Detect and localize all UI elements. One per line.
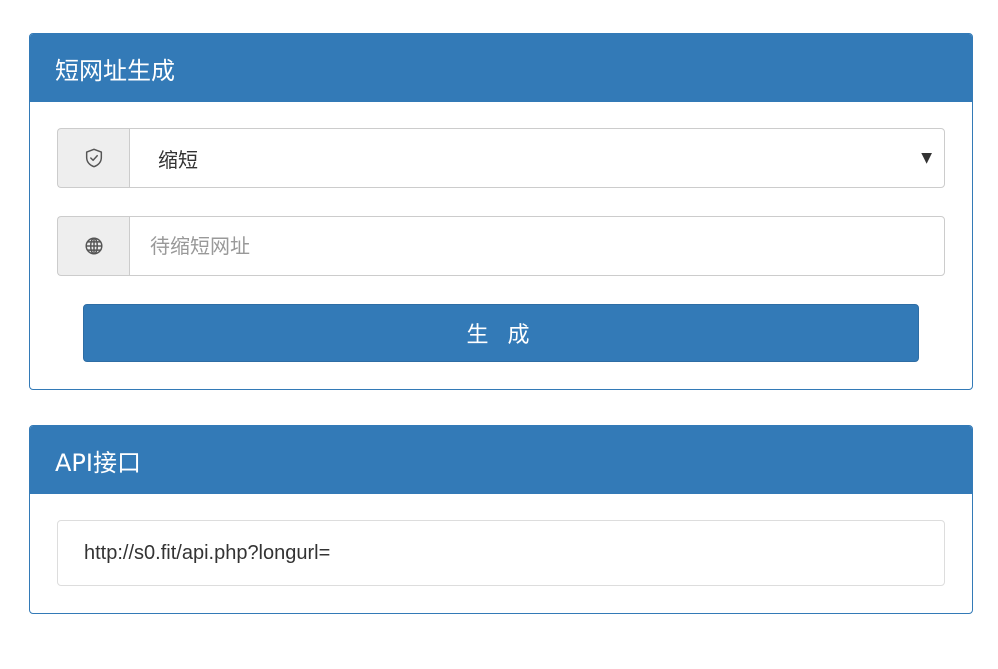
long-url-input[interactable]	[129, 216, 945, 276]
shortener-panel-title: 短网址生成	[30, 34, 972, 102]
mode-select-value: 缩短	[158, 147, 198, 172]
url-input-group	[57, 216, 945, 276]
api-endpoint[interactable]: http://s0.fit/api.php?longurl=	[57, 520, 945, 586]
api-panel-title: API接口	[30, 426, 972, 494]
generate-button[interactable]: 生 成	[83, 304, 919, 362]
chevron-down-icon: ▼	[921, 150, 932, 166]
api-panel: API接口 http://s0.fit/api.php?longurl=	[29, 425, 973, 614]
mode-select[interactable]: 缩短 ▼	[129, 128, 945, 188]
globe-icon	[57, 216, 129, 276]
page: 短网址生成 缩短 ▼ 待缩短网址 生 成 API接口 http://s0.fit…	[0, 0, 998, 669]
mode-select-group: 缩短 ▼	[57, 128, 945, 188]
shortener-panel: 短网址生成 缩短 ▼ 待缩短网址 生 成	[29, 33, 973, 390]
shield-icon	[57, 128, 129, 188]
